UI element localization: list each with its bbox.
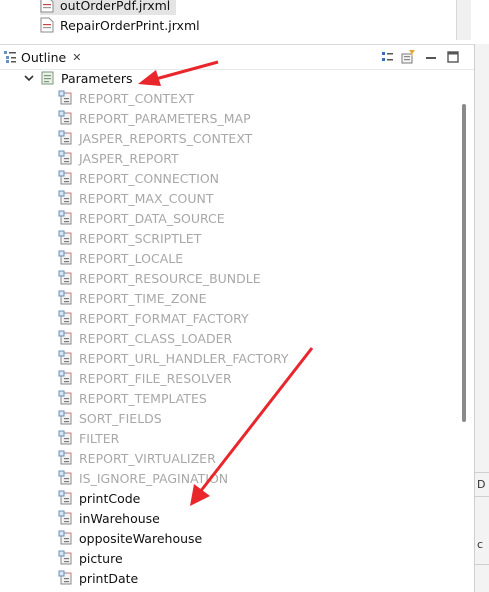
- tree-item-label: JASPER_REPORT: [79, 150, 179, 166]
- tab-outline-label: Outline: [21, 49, 67, 65]
- tree-item-label: REPORT_SCRIPTLET: [79, 230, 202, 246]
- parameter-icon: [58, 370, 74, 386]
- parameter-icon: [58, 170, 74, 186]
- tree-item-label: printCode: [79, 490, 141, 506]
- tree-item-label: REPORT_VIRTUALIZER: [79, 450, 216, 466]
- parameter-icon: [58, 150, 74, 166]
- parameter-icon: [58, 330, 74, 346]
- parameter-icon: [58, 90, 74, 106]
- editor-scrollbar[interactable]: [456, 0, 471, 40]
- tree-item-label: picture: [79, 550, 123, 566]
- parameter-icon: [58, 310, 74, 326]
- tree-item-label: REPORT_RESOURCE_BUNDLE: [79, 270, 261, 286]
- tree-item-label: REPORT_PARAMETERS_MAP: [79, 110, 251, 126]
- tree-item-parameter[interactable]: picture: [58, 548, 123, 568]
- tree-item-parameter[interactable]: REPORT_URL_HANDLER_FACTORY: [58, 348, 289, 368]
- outline-scrollbar-thumb[interactable]: [462, 104, 466, 422]
- right-panel-tab-label[interactable]: D: [477, 478, 485, 491]
- tree-item-parameter[interactable]: IS_IGNORE_PAGINATION: [58, 468, 228, 488]
- tree-item-label: REPORT_FORMAT_FACTORY: [79, 310, 249, 326]
- minimize-icon[interactable]: [423, 49, 439, 65]
- parameter-icon: [58, 190, 74, 206]
- tree-item-label: REPORT_CLASS_LOADER: [79, 330, 233, 346]
- tree-item-parameter[interactable]: REPORT_MAX_COUNT: [58, 188, 213, 208]
- parameter-icon: [58, 530, 74, 546]
- tree-item-label: REPORT_TIME_ZONE: [79, 290, 207, 306]
- tree-node-parameters[interactable]: Parameters: [22, 68, 133, 88]
- tree-item-label: REPORT_TEMPLATES: [79, 390, 207, 406]
- file-name: RepairOrderPrint.jrxml: [60, 17, 200, 33]
- close-icon[interactable]: ✕: [72, 51, 81, 64]
- parameter-icon: [58, 430, 74, 446]
- tree-item-parameter[interactable]: REPORT_FORMAT_FACTORY: [58, 308, 249, 328]
- tree-item-parameter[interactable]: REPORT_TIME_ZONE: [58, 288, 207, 308]
- parameter-icon: [58, 250, 74, 266]
- tree-item-label: SORT_FIELDS: [79, 410, 162, 426]
- parameter-icon: [58, 490, 74, 506]
- parameter-icon: [58, 210, 74, 226]
- tree-item-parameter[interactable]: REPORT_SCRIPTLET: [58, 228, 201, 248]
- parameter-icon: [58, 570, 74, 586]
- parameter-icon: [58, 510, 74, 526]
- sort-icon[interactable]: [380, 49, 396, 65]
- tree-item-parameter[interactable]: REPORT_DATA_SOURCE: [58, 208, 225, 228]
- tree-item-parameter[interactable]: JASPER_REPORT: [58, 148, 179, 168]
- tree-item-parameter[interactable]: REPORT_CLASS_LOADER: [58, 328, 232, 348]
- tree-item-label: REPORT_CONTEXT: [79, 90, 195, 106]
- tree-item-label: printDate: [79, 570, 139, 586]
- right-side-panel: D c: [474, 44, 489, 592]
- tree-item-parameter[interactable]: REPORT_RESOURCE_BUNDLE: [58, 268, 261, 288]
- parameter-icon: [58, 290, 74, 306]
- tree-item-parameter[interactable]: REPORT_VIRTUALIZER: [58, 448, 216, 468]
- tree-item-parameter[interactable]: REPORT_LOCALE: [58, 248, 183, 268]
- filter-icon[interactable]: [400, 49, 416, 65]
- tree-item-parameter[interactable]: oppositeWarehouse: [58, 528, 202, 548]
- outline-view-header: Outline ✕: [0, 44, 474, 70]
- tree-item-label: FILTER: [79, 430, 120, 446]
- tree-item-parameter[interactable]: REPORT_TEMPLATES: [58, 388, 207, 408]
- parameter-icon: [58, 390, 74, 406]
- tree-item-label: REPORT_LOCALE: [79, 250, 184, 266]
- parameter-icon: [58, 450, 74, 466]
- tab-outline[interactable]: Outline ✕: [0, 45, 87, 69]
- tree-item-label: oppositeWarehouse: [79, 530, 203, 546]
- tree-item-parameter[interactable]: JASPER_REPORTS_CONTEXT: [58, 128, 252, 148]
- file-name: outOrderPdf.jrxml: [60, 0, 171, 13]
- right-panel-text: c: [477, 538, 484, 551]
- tree-item-label: REPORT_MAX_COUNT: [79, 190, 214, 206]
- tree-item-parameter[interactable]: printCode: [58, 488, 140, 508]
- tree-item-label: JASPER_REPORTS_CONTEXT: [79, 130, 253, 146]
- parameter-icon: [58, 550, 74, 566]
- parameter-icon: [58, 410, 74, 426]
- file-item[interactable]: RepairOrderPrint.jrxml: [40, 15, 200, 35]
- tree-item-parameter[interactable]: REPORT_CONTEXT: [58, 88, 194, 108]
- tree-item-parameter[interactable]: REPORT_FILE_RESOLVER: [58, 368, 232, 388]
- parameters-folder-icon: [40, 70, 56, 86]
- parameter-icon: [58, 110, 74, 126]
- tree-item-parameter[interactable]: FILTER: [58, 428, 119, 448]
- tree-item-parameter[interactable]: SORT_FIELDS: [58, 408, 162, 428]
- file-item[interactable]: outOrderPdf.jrxml: [40, 0, 177, 15]
- parameter-icon: [58, 130, 74, 146]
- tree-item-parameter[interactable]: REPORT_PARAMETERS_MAP: [58, 108, 251, 128]
- maximize-icon[interactable]: [445, 49, 461, 65]
- tree-item-label: inWarehouse: [79, 510, 160, 526]
- jrxml-file-icon: [40, 17, 54, 33]
- tree-item-parameter[interactable]: REPORT_CONNECTION: [58, 168, 219, 188]
- tree-item-label: REPORT_DATA_SOURCE: [79, 210, 225, 226]
- tree-item-label: REPORT_URL_HANDLER_FACTORY: [79, 350, 289, 366]
- outline-icon: [2, 49, 18, 65]
- jrxml-file-icon: [40, 0, 54, 13]
- parameter-icon: [58, 230, 74, 246]
- parameter-icon: [58, 470, 74, 486]
- parameter-icon: [58, 350, 74, 366]
- tree-item-label: REPORT_FILE_RESOLVER: [79, 370, 232, 386]
- tree-item-label: REPORT_CONNECTION: [79, 170, 220, 186]
- tree-item-parameter[interactable]: inWarehouse: [58, 508, 160, 528]
- chevron-down-icon[interactable]: [22, 71, 36, 85]
- tree-node-label: Parameters: [61, 70, 133, 86]
- tree-item-label: IS_IGNORE_PAGINATION: [79, 470, 229, 486]
- parameter-icon: [58, 270, 74, 286]
- tree-item-parameter[interactable]: printDate: [58, 568, 138, 588]
